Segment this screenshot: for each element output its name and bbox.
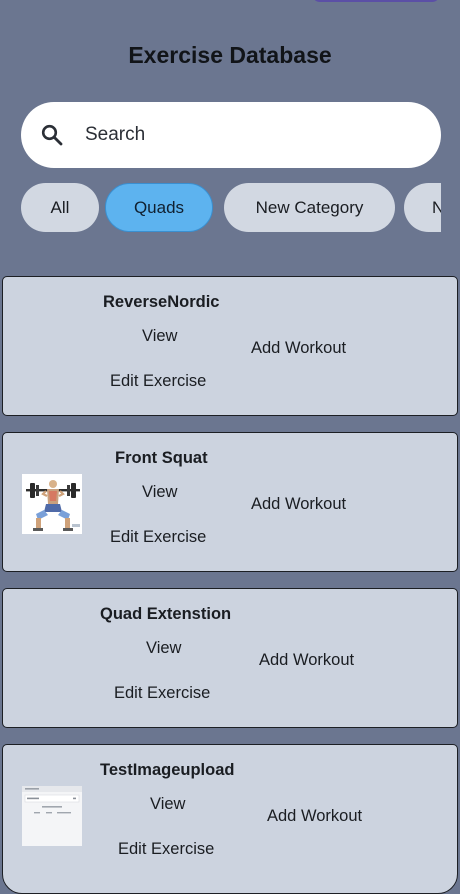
top-accent-bar: [312, 0, 440, 2]
search-icon: [40, 123, 64, 147]
view-button[interactable]: View: [150, 795, 185, 814]
view-button[interactable]: View: [142, 483, 177, 502]
category-chip-new-category[interactable]: New Category: [224, 183, 395, 232]
exercise-thumbnail: [22, 474, 82, 534]
add-workout-button[interactable]: Add Workout: [259, 651, 354, 670]
exercise-card: TestImageupload View Add Workout Edit Ex…: [2, 744, 458, 894]
edit-exercise-button[interactable]: Edit Exercise: [114, 684, 210, 703]
exercise-thumbnail: [22, 786, 82, 846]
search-bar[interactable]: [21, 102, 441, 168]
add-workout-button[interactable]: Add Workout: [251, 339, 346, 358]
exercise-name: Front Squat: [115, 449, 208, 467]
view-button[interactable]: View: [142, 327, 177, 346]
category-chip-quads[interactable]: Quads: [105, 183, 213, 232]
exercise-card: ReverseNordic View Add Workout Edit Exer…: [2, 276, 458, 416]
search-input[interactable]: [83, 123, 387, 147]
exercise-name: TestImageupload: [100, 761, 235, 779]
exercise-card: Front Squat View Add Workout Edit Exerci…: [2, 432, 458, 572]
edit-exercise-button[interactable]: Edit Exercise: [110, 528, 206, 547]
category-chip-all[interactable]: All: [21, 183, 99, 232]
page-title: Exercise Database: [128, 42, 332, 68]
add-workout-button[interactable]: Add Workout: [267, 807, 362, 826]
exercise-name: Quad Extenstion: [100, 605, 232, 623]
add-workout-button[interactable]: Add Workout: [251, 495, 346, 514]
category-filter-row: All Quads New Category N: [21, 183, 441, 233]
category-chip-truncated[interactable]: N: [404, 183, 441, 232]
edit-exercise-button[interactable]: Edit Exercise: [118, 840, 214, 859]
edit-exercise-button[interactable]: Edit Exercise: [110, 372, 206, 391]
view-button[interactable]: View: [146, 639, 181, 658]
exercise-name: ReverseNordic: [103, 293, 220, 311]
exercise-card: Quad Extenstion View Add Workout Edit Ex…: [2, 588, 458, 728]
